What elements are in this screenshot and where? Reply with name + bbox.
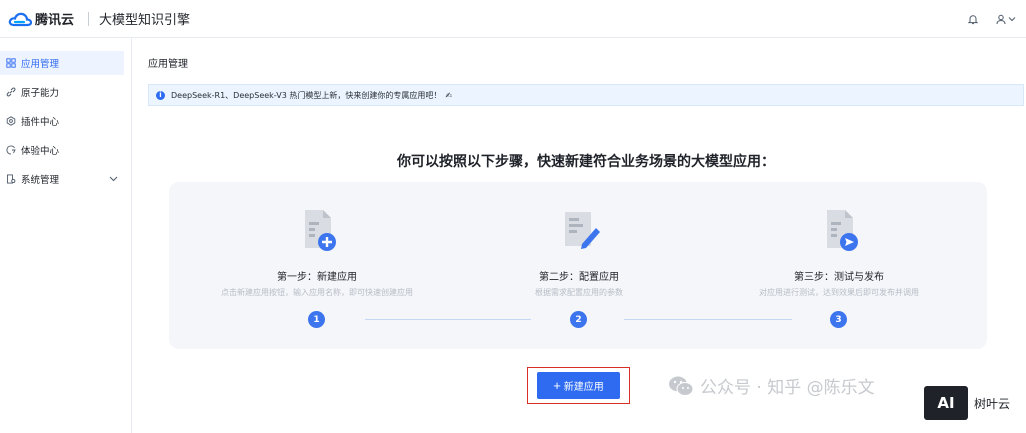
step-number-badge: 1 [308,311,325,328]
notice-banner: i DeepSeek-R1、DeepSeek-V3 热门模型上新，快来创建你的专… [148,84,1024,106]
sidebar-item-label: 原子能力 [21,88,60,99]
watermark-brand: AI 树叶云 [924,386,1010,420]
compass-icon [5,145,16,156]
step-title: 第一步：新建应用 [277,272,357,283]
step-title: 第三步：测试与发布 [794,272,884,283]
doc-add-icon [305,210,336,251]
sidebar-item-atomic-capabilities[interactable]: 原子能力 [0,80,124,104]
tencent-cloud-logo[interactable]: 腾讯云 [8,9,74,28]
product-name: 大模型知识引擎 [99,13,191,28]
bell-icon[interactable] [968,14,978,25]
plus-icon: + [553,378,561,393]
hexagon-icon [5,116,16,127]
step-desc: 对应用进行测试，达到效果后即可发布并调用 [759,288,919,297]
notice-text: DeepSeek-R1、DeepSeek-V3 热门模型上新，快来创建你的专属应… [171,90,442,100]
doc-edit-icon [565,212,600,249]
user-menu[interactable] [996,14,1016,25]
header-divider [88,11,90,26]
top-header: 腾讯云 大模型知识引擎 [0,0,1026,38]
chevron-down-icon [1008,17,1016,22]
step-connector [365,319,531,320]
step-desc: 根据需求配置应用的参数 [535,288,623,297]
ai-badge: AI [924,386,968,420]
chevron-down-icon [109,174,118,185]
sidebar-item-label: 体验中心 [21,146,60,157]
new-app-button-label: 新建应用 [563,382,604,393]
sidebar-item-app-management[interactable]: 应用管理 [0,51,124,75]
doc-send-icon [827,210,858,251]
sidebar-item-system-management[interactable]: 系统管理 [0,167,124,191]
doc-settings-icon [5,174,16,185]
sparkle-icon: ✍ [445,90,453,100]
sidebar-item-plugin-center[interactable]: 插件中心 [0,109,124,133]
new-app-button[interactable]: + 新建应用 [537,372,620,399]
sidebar-item-label: 应用管理 [21,59,60,70]
step-title: 第二步：配置应用 [539,272,619,283]
wechat-icon [669,376,694,396]
watermark-text: 公众号 · 知乎 @陈乐文 [700,378,875,398]
cloud-logo-icon [8,12,32,26]
sidebar-item-label: 系统管理 [21,175,60,186]
step-desc: 点击新建应用按钮，输入应用名称，即可快速创建应用 [221,288,413,297]
brand-name: 腾讯云 [35,13,75,28]
sidebar: 应用管理 原子能力 插件中心 体验中心 系统管理 [0,38,132,433]
grid-icon [5,58,16,69]
step-number-badge: 2 [570,311,587,328]
steps-card: 第一步：新建应用 点击新建应用按钮，输入应用名称，即可快速创建应用 1 第二步：… [169,182,987,349]
page-title: 应用管理 [148,59,188,70]
step-connector [624,319,792,320]
sidebar-item-experience-center[interactable]: 体验中心 [0,138,124,162]
user-icon [996,14,1006,24]
step-number-badge: 3 [830,311,847,328]
sidebar-item-label: 插件中心 [21,117,60,128]
guide-headline: 你可以按照以下步骤，快速新建符合业务场景的大模型应用： [397,154,775,170]
link-icon [5,87,16,98]
info-icon: i [156,90,165,100]
watermark-brand-name: 树叶云 [974,396,1011,411]
watermark: 公众号 · 知乎 @陈乐文 [668,373,875,398]
